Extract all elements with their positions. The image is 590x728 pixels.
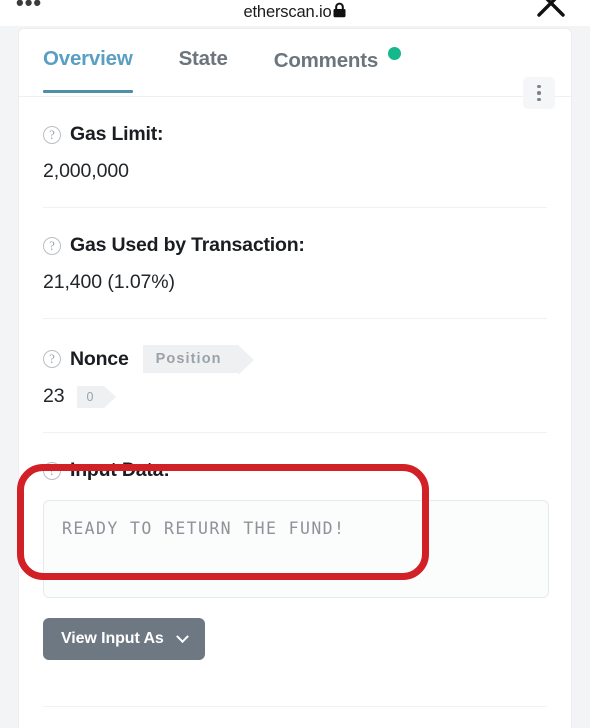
input-data-textarea[interactable] <box>43 500 549 598</box>
gas-used-label-line: ? Gas Used by Transaction: <box>43 234 547 257</box>
kebab-dot-1 <box>537 84 541 89</box>
tab-state[interactable]: State <box>179 47 228 93</box>
kebab-menu-icon[interactable] <box>523 77 555 109</box>
question-mark-icon[interactable]: ? <box>43 125 61 144</box>
kebab-dot-2 <box>537 91 541 95</box>
tab-bar: Overview State Comments <box>19 29 571 109</box>
comments-status-dot-icon <box>388 47 402 60</box>
row-input-data: ? Input Data: View Input As <box>43 433 549 684</box>
row-gas-limit: ? Gas Limit: 2,000,000 <box>43 97 547 208</box>
view-input-as-label: View Input As <box>61 630 164 647</box>
nonce-position-value-badge: 0 <box>76 385 117 408</box>
footer-row: Click to see Less <box>43 706 547 728</box>
gas-limit-value: 2,000,000 <box>43 160 129 182</box>
browser-chrome-bar: ••• etherscan.io <box>0 0 590 26</box>
input-data-label-line: ? Input Data: <box>43 459 547 482</box>
gas-used-label: Gas Used by Transaction: <box>70 234 305 256</box>
row-nonce: ? Nonce Position 23 0 <box>43 319 547 433</box>
tab-list: Overview State Comments <box>43 47 402 95</box>
nonce-position-badge: Position <box>142 345 254 375</box>
view-input-as-button[interactable]: View Input As <box>43 618 205 660</box>
chevron-down-icon <box>175 629 189 643</box>
card-body: ? Gas Limit: 2,000,000 ? Gas Used by Tra… <box>19 97 571 728</box>
tab-overview-label: Overview <box>43 47 133 70</box>
gas-limit-label-line: ? Gas Limit: <box>43 123 547 146</box>
url-text: etherscan.io <box>243 3 332 21</box>
nonce-label-line: ? Nonce Position <box>43 345 547 375</box>
kebab-dot-3 <box>537 97 541 102</box>
question-mark-icon[interactable]: ? <box>43 350 61 368</box>
url-bar[interactable]: etherscan.io <box>0 0 590 26</box>
lock-icon <box>332 2 347 26</box>
transaction-details-card: Overview State Comments ? Gas Limit: 2,0… <box>18 28 572 728</box>
tab-comments-label: Comments <box>273 49 379 72</box>
nonce-value: 23 <box>43 385 65 407</box>
tab-overview[interactable]: Overview <box>43 47 133 93</box>
tab-state-label: State <box>178 47 228 70</box>
question-mark-icon[interactable]: ? <box>43 236 61 255</box>
nonce-value-line: 23 0 <box>43 385 547 408</box>
gas-limit-label: Gas Limit: <box>70 123 164 145</box>
close-icon[interactable] <box>534 0 568 20</box>
nonce-label: Nonce <box>70 347 129 370</box>
gas-used-value: 21,400 (1.07%) <box>43 271 175 293</box>
question-mark-icon[interactable]: ? <box>43 461 61 480</box>
tab-comments[interactable]: Comments <box>273 47 402 95</box>
input-data-label: Input Data: <box>70 459 170 481</box>
row-gas-used: ? Gas Used by Transaction: 21,400 (1.07%… <box>43 208 547 319</box>
